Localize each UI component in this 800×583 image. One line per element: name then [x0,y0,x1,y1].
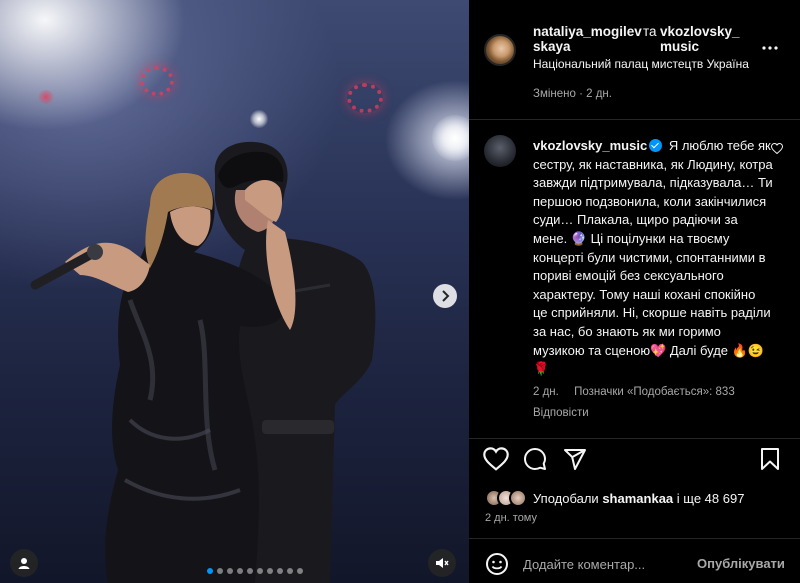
actions-divider [469,438,800,439]
heart-icon [483,447,509,471]
header-divider [469,119,800,120]
emoji-icon [486,553,508,575]
carousel-dot [297,568,303,574]
send-icon [564,449,586,470]
publish-button[interactable]: Опублікувати [697,556,785,571]
more-options-button[interactable] [762,33,778,56]
caption-text: Я люблю тебе як сестру, як наставника, я… [533,138,773,377]
mute-button[interactable] [428,549,456,577]
likes-prefix: Уподобали [533,490,599,506]
author-avatar[interactable] [484,34,516,66]
carousel-dot [267,568,273,574]
liker-avatar [509,489,527,507]
author-1-username-line2[interactable]: skaya [533,39,571,54]
edited-timestamp: Змінено · 2 дн. [533,88,612,100]
reply-button[interactable]: Відповісти [533,404,773,423]
coauthor-joiner: та [643,24,657,39]
carousel-dot [247,568,253,574]
caption-avatar[interactable] [484,135,516,167]
user-tags-button[interactable] [10,549,38,577]
likes-suffix[interactable]: і ще 48 697 [677,491,745,506]
bookmark-icon [761,448,779,470]
comment-input[interactable] [523,555,683,573]
mute-icon [436,558,449,568]
carousel-dot [237,568,243,574]
author-1-username-line1[interactable]: nataliya_mogilev [533,24,642,39]
caption-meta: 2 дн. Позначки «Подобається»: 833 Відпов… [533,383,773,423]
performers-illustration [30,141,376,583]
share-button[interactable] [563,447,587,476]
carousel-dot [207,568,213,574]
chevron-right-icon [442,290,450,302]
post-location[interactable]: Національний палац мистецтв Україна [533,57,749,71]
save-button[interactable] [759,447,781,476]
carousel-dot [257,568,263,574]
carousel-dot [217,568,223,574]
carousel-dot [227,568,233,574]
like-caption-button[interactable] [770,141,784,159]
next-photo-button[interactable] [433,284,457,308]
user-tag-icon [18,558,30,569]
comment-button[interactable] [523,447,547,476]
like-button[interactable] [483,447,509,476]
author-2-username-line2[interactable]: music [660,39,699,54]
likes-user[interactable]: shamankaa [602,491,673,506]
post-actions [483,447,783,473]
post-photo[interactable] [0,0,469,583]
heart-icon [770,142,784,155]
post-caption: vkozlovsky_music Я люблю тебе як сестру,… [533,137,773,433]
carousel-dot [287,568,293,574]
more-icon [762,46,778,50]
emoji-button[interactable] [485,552,509,581]
caption-age: 2 дн. [533,385,559,398]
carousel-indicator [207,568,303,574]
comment-icon [524,448,546,470]
caption-username[interactable]: vkozlovsky_music [533,138,647,153]
author-2-username-line1[interactable]: vkozlovsky_ [660,24,740,39]
carousel-dot [277,568,283,574]
comment-divider [469,538,800,539]
caption-likes[interactable]: Позначки «Подобається»: 833 [574,386,735,398]
likes-summary[interactable]: Уподобали shamankaa і ще 48 697 [485,487,744,509]
post-date: 2 дн. тому [485,512,537,524]
verified-badge-icon [649,139,663,152]
likes-text: Уподобали shamankaa і ще 48 697 [533,491,744,506]
